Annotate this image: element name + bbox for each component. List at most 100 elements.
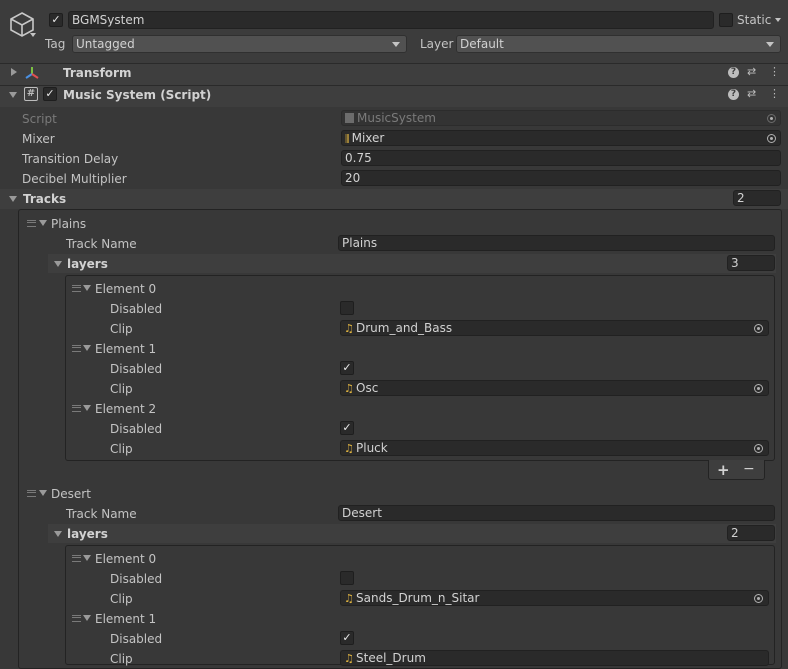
collapse-arrow-icon[interactable] — [9, 196, 17, 202]
chevron-down-icon — [392, 42, 400, 47]
transform-axes-icon — [25, 67, 39, 79]
clip-value: Drum_and_Bass — [356, 321, 453, 335]
component-enabled-toggle[interactable]: ✓ — [43, 87, 57, 101]
layers-size-field[interactable]: 3 — [727, 255, 775, 271]
settings-icon[interactable]: ⇄ — [747, 88, 756, 100]
object-picker-icon[interactable] — [754, 324, 763, 333]
add-element-button[interactable]: + — [717, 461, 730, 479]
disabled-label: Disabled — [110, 572, 163, 586]
object-picker-icon[interactable] — [754, 384, 763, 393]
layers-label: layers — [67, 257, 108, 271]
collapse-arrow-icon[interactable] — [83, 345, 91, 351]
collapse-arrow-icon[interactable] — [54, 531, 62, 537]
collapse-arrow-icon[interactable] — [9, 92, 17, 98]
audio-clip-icon: ♫ — [344, 592, 354, 605]
tracks-label: Tracks — [23, 192, 67, 206]
disabled-checkbox[interactable] — [340, 571, 354, 585]
decibel-multiplier-label: Decibel Multiplier — [22, 172, 127, 186]
clip-value: Sands_Drum_n_Sitar — [356, 591, 480, 605]
settings-icon[interactable]: ⇄ — [747, 66, 756, 78]
object-picker-icon[interactable] — [767, 134, 776, 143]
element-title: Element 1 — [95, 612, 157, 626]
track-name-label: Track Name — [66, 507, 137, 521]
tag-dropdown[interactable]: Untagged — [72, 35, 407, 53]
drag-handle-icon[interactable] — [72, 405, 81, 412]
layers-label: layers — [67, 527, 108, 541]
clip-label: Clip — [110, 382, 133, 396]
track-name-field[interactable]: Desert — [338, 505, 775, 521]
audio-clip-icon: ♫ — [344, 652, 354, 665]
clip-field[interactable]: ♫ Pluck — [340, 440, 769, 456]
collapse-arrow-icon[interactable] — [83, 285, 91, 291]
clip-field[interactable]: ♫ Sands_Drum_n_Sitar — [340, 590, 769, 606]
layers-header[interactable] — [48, 524, 776, 543]
track-name-field[interactable]: Plains — [338, 235, 775, 251]
disabled-label: Disabled — [110, 632, 163, 646]
clip-field[interactable]: ♫ Osc — [340, 380, 769, 396]
object-name-field[interactable]: BGMSystem — [68, 11, 714, 29]
more-options-icon[interactable]: ⋮ — [769, 66, 780, 78]
collapse-arrow-icon[interactable] — [83, 555, 91, 561]
layer-dropdown[interactable]: Default — [456, 35, 781, 53]
drag-handle-icon[interactable] — [27, 220, 36, 227]
clip-label: Clip — [110, 442, 133, 456]
active-toggle[interactable]: ✓ — [49, 13, 63, 27]
drag-handle-icon[interactable] — [27, 490, 36, 497]
decibel-multiplier-field[interactable]: 20 — [341, 170, 781, 186]
element-title: Element 0 — [95, 282, 157, 296]
tracks-size-field[interactable]: 2 — [733, 190, 781, 206]
audio-clip-icon: ♫ — [344, 442, 354, 455]
disabled-checkbox[interactable]: ✓ — [340, 361, 354, 375]
more-options-icon[interactable]: ⋮ — [769, 88, 780, 100]
static-toggle[interactable] — [719, 13, 733, 27]
mixer-label: Mixer — [22, 132, 55, 146]
disabled-checkbox[interactable]: ✓ — [340, 421, 354, 435]
drag-handle-icon[interactable] — [72, 615, 81, 622]
collapse-arrow-icon[interactable] — [39, 220, 47, 226]
element-title: Element 0 — [95, 552, 157, 566]
layer-value: Default — [460, 37, 504, 51]
clip-field[interactable]: ♫ Steel_Drum — [340, 650, 769, 666]
collapse-arrow-icon[interactable] — [39, 490, 47, 496]
static-label: Static — [737, 13, 772, 27]
clip-value: Pluck — [356, 441, 388, 455]
object-picker-icon — [767, 114, 776, 123]
script-value: MusicSystem — [357, 111, 436, 125]
collapse-arrow-icon[interactable] — [83, 615, 91, 621]
audio-clip-icon: ♫ — [344, 322, 354, 335]
object-picker-icon[interactable] — [754, 594, 763, 603]
collapse-arrow-icon[interactable] — [54, 261, 62, 267]
track-name-label: Track Name — [66, 237, 137, 251]
clip-label: Clip — [110, 652, 133, 666]
clip-label: Clip — [110, 592, 133, 606]
disabled-checkbox[interactable]: ✓ — [340, 631, 354, 645]
script-label: Script — [22, 112, 57, 126]
transition-delay-field[interactable]: 0.75 — [341, 150, 781, 166]
disabled-checkbox[interactable] — [340, 301, 354, 315]
drag-handle-icon[interactable] — [72, 285, 81, 292]
audio-mixer-icon: ⫼ — [345, 134, 350, 145]
disabled-label: Disabled — [110, 422, 163, 436]
script-file-icon — [345, 113, 354, 123]
mixer-field[interactable]: ⫼ Mixer — [341, 130, 781, 146]
drag-handle-icon[interactable] — [72, 345, 81, 352]
tag-label: Tag — [45, 37, 66, 51]
collapse-arrow-icon[interactable] — [83, 405, 91, 411]
remove-element-button[interactable]: − — [743, 461, 755, 477]
clip-field[interactable]: ♫ Drum_and_Bass — [340, 320, 769, 336]
disabled-label: Disabled — [110, 302, 163, 316]
clip-value: Osc — [356, 381, 379, 395]
icon-dropdown-caret-icon[interactable] — [30, 33, 36, 37]
static-dropdown-icon[interactable] — [775, 18, 781, 22]
layers-size-field[interactable]: 2 — [727, 525, 775, 541]
expand-arrow-icon[interactable] — [11, 68, 17, 76]
drag-handle-icon[interactable] — [72, 555, 81, 562]
object-picker-icon[interactable] — [754, 444, 763, 453]
help-icon[interactable]: ? — [728, 67, 739, 78]
layers-list — [65, 275, 775, 461]
help-icon[interactable]: ? — [728, 89, 739, 100]
transition-delay-label: Transition Delay — [22, 152, 119, 166]
layers-header[interactable] — [48, 254, 776, 273]
element-title: Element 1 — [95, 342, 157, 356]
tracks-header[interactable] — [0, 189, 788, 209]
